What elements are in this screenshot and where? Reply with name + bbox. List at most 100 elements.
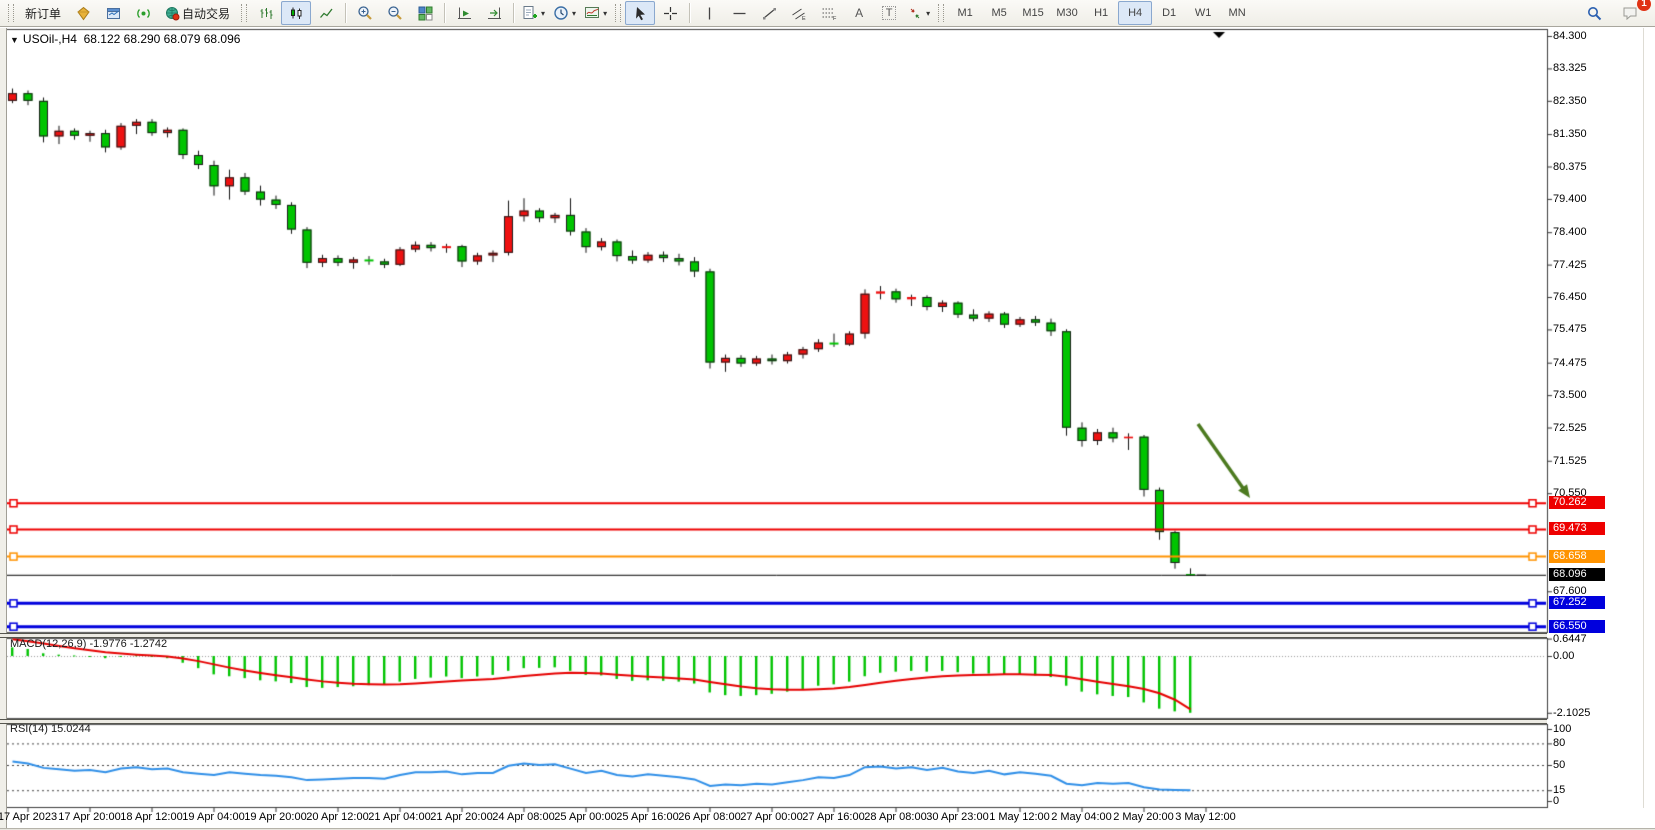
chart-menu-icon[interactable]: ▼ [10, 35, 19, 45]
timeframe-button-h4[interactable]: H4 [1118, 1, 1152, 25]
macd-axis-label: -2.1025 [1553, 707, 1590, 719]
timeframe-button-d1[interactable]: D1 [1152, 1, 1186, 25]
timeframe-button-m1[interactable]: M1 [948, 1, 982, 25]
timeframe-button-w1[interactable]: W1 [1186, 1, 1220, 25]
dropdown-caret: ▾ [541, 9, 545, 18]
timeframe-button-m15[interactable]: M15 [1016, 1, 1050, 25]
window-left-edge [0, 28, 7, 830]
line-chart-button[interactable] [311, 1, 341, 25]
rsi-value: 15.0244 [51, 723, 91, 735]
terminal-window: 新订单 自动交易 [0, 0, 1655, 830]
candlestick-chart-button[interactable] [281, 1, 311, 25]
rsi-axis-label: 0 [1553, 795, 1559, 807]
price-tick-label: 83.325 [1553, 62, 1587, 74]
time-tick-label: 3 May 12:00 [1158, 811, 1254, 823]
text-button[interactable]: A [844, 1, 874, 25]
price-axis[interactable]: 84.300 83.325 82.350 81.350 80.375 79.400 78.4… [1547, 28, 1655, 808]
timeframe-button-mn[interactable]: MN [1220, 1, 1254, 25]
notifications-icon[interactable]: 1 [1615, 1, 1645, 25]
rsi-indicator-label: RSI(14) 15.0244 [10, 723, 91, 735]
periods-button[interactable]: ▾ [549, 1, 580, 25]
time-axis[interactable]: 17 Apr 202317 Apr 20:0018 Apr 12:0019 Ap… [0, 808, 1547, 828]
macd-axis-label: 0.00 [1553, 650, 1574, 662]
auto-trading-label: 自动交易 [182, 5, 230, 22]
level-price-badge[interactable]: 68.658 [1549, 550, 1605, 563]
zoom-out-button[interactable] [380, 1, 410, 25]
level-price-badge[interactable]: 66.550 [1549, 620, 1605, 633]
new-order-button[interactable]: 新订单 [18, 1, 68, 25]
toolbar-separator [689, 3, 690, 23]
toolbar-grip [938, 4, 944, 22]
globe-icon [165, 6, 180, 21]
main-toolbar: 新订单 自动交易 [0, 0, 1655, 27]
current-price-badge: 68.096 [1549, 568, 1605, 581]
price-tick-label: 80.375 [1553, 161, 1587, 173]
gold-diamond-icon [76, 6, 91, 21]
level-price-badge[interactable]: 67.252 [1549, 596, 1605, 609]
dropdown-caret: ▾ [926, 9, 930, 18]
macd-values: -1.9776 -1.2742 [89, 638, 167, 650]
toolbar-separator [345, 3, 346, 23]
tile-windows-button[interactable] [410, 1, 440, 25]
templates-button[interactable]: ▾ [580, 1, 611, 25]
notification-badge: 1 [1637, 0, 1651, 11]
toolbar-grip [241, 4, 247, 22]
crosshair-button[interactable] [655, 1, 685, 25]
chart-symbol-label: USOil-,H4 [23, 32, 77, 46]
macd-pane-separator[interactable] [0, 633, 1547, 638]
horizontal-line-button[interactable] [724, 1, 754, 25]
indicators-button[interactable]: ▾ [518, 1, 549, 25]
auto-trading-button[interactable]: 自动交易 [158, 1, 237, 25]
rsi-name: RSI(14) [10, 723, 48, 735]
chart-plot-area[interactable] [0, 28, 1655, 830]
price-tick-label: 77.425 [1553, 259, 1587, 271]
toolbar-grip [8, 4, 14, 22]
cursor-button[interactable] [625, 1, 655, 25]
timeframe-bar: M1M5M15M30H1H4D1W1MN [948, 1, 1254, 25]
macd-indicator-label: MACD(12,26,9) -1.9776 -1.2742 [10, 638, 167, 650]
svg-text:F: F [833, 16, 837, 21]
price-tick-label: 81.350 [1553, 128, 1587, 140]
price-tick-label: 84.300 [1553, 30, 1587, 42]
toolbar-right-tools: 1 [1579, 1, 1651, 25]
price-tick-label: 79.400 [1553, 193, 1587, 205]
trendline-button[interactable] [754, 1, 784, 25]
rsi-pane-separator[interactable] [0, 719, 1547, 724]
chart-shift-button[interactable] [479, 1, 509, 25]
fibonacci-button[interactable]: F [814, 1, 844, 25]
rsi-axis-label: 100 [1553, 723, 1571, 735]
text-label-button[interactable]: T [874, 1, 904, 25]
toolbar-separator [513, 3, 514, 23]
dropdown-caret: ▾ [572, 9, 576, 18]
chart-title: ▼ USOil-,H4 68.122 68.290 68.079 68.096 [10, 32, 240, 46]
market-watch-icon[interactable] [68, 1, 98, 25]
equidistant-channel-button[interactable]: E [784, 1, 814, 25]
chart-ohlc-values: 68.122 68.290 68.079 68.096 [84, 32, 241, 46]
zoom-in-button[interactable] [350, 1, 380, 25]
level-price-badge[interactable]: 70.262 [1549, 496, 1605, 509]
bar-chart-button[interactable] [251, 1, 281, 25]
toolbar-grip [615, 4, 621, 22]
price-tick-label: 82.350 [1553, 95, 1587, 107]
dropdown-caret: ▾ [603, 9, 607, 18]
timeframe-button-h1[interactable]: H1 [1084, 1, 1118, 25]
price-tick-label: 78.400 [1553, 226, 1587, 238]
timeframe-button-m5[interactable]: M5 [982, 1, 1016, 25]
auto-scroll-button[interactable] [449, 1, 479, 25]
svg-text:E: E [802, 16, 806, 21]
signals-icon[interactable] [128, 1, 158, 25]
timeframe-button-m30[interactable]: M30 [1050, 1, 1084, 25]
rsi-axis-label: 50 [1553, 759, 1565, 771]
level-price-badge[interactable]: 69.473 [1549, 522, 1605, 535]
price-tick-label: 74.475 [1553, 357, 1587, 369]
macd-name: MACD(12,26,9) [10, 638, 86, 650]
vertical-line-button[interactable] [694, 1, 724, 25]
price-tick-label: 73.500 [1553, 389, 1587, 401]
search-icon[interactable] [1579, 1, 1609, 25]
arrows-button[interactable]: ▾ [904, 1, 934, 25]
price-tick-label: 76.450 [1553, 291, 1587, 303]
macd-axis-label: 0.6447 [1553, 633, 1587, 645]
price-tick-label: 75.475 [1553, 323, 1587, 335]
rsi-axis-label: 80 [1553, 737, 1565, 749]
navigator-icon[interactable] [98, 1, 128, 25]
